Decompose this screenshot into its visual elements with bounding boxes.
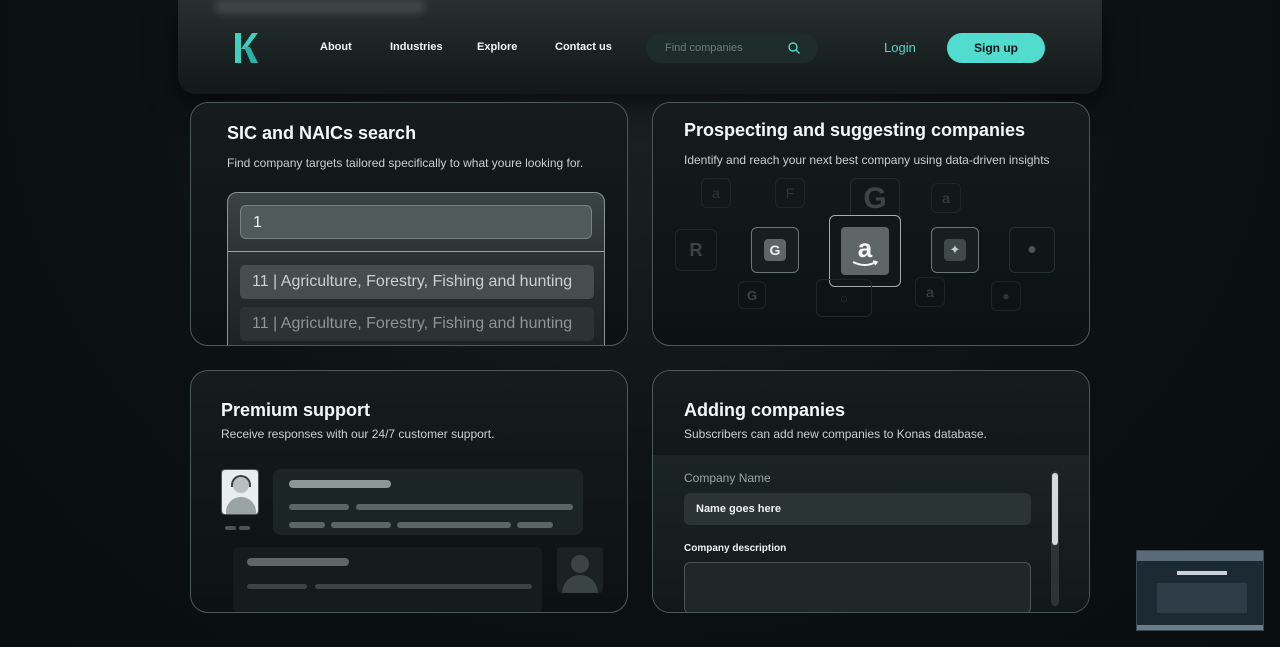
apple-icon: ● <box>1009 227 1055 273</box>
sic-option[interactable]: 11 | Agriculture, Forestry, Fishing and … <box>240 307 594 341</box>
divider <box>228 251 604 252</box>
sic-option[interactable]: 11 | Agriculture, Forestry, Fishing and … <box>240 265 594 299</box>
support-agent-avatar <box>221 469 259 515</box>
figma-icon: F <box>775 178 805 208</box>
nav-contact-us[interactable]: Contact us <box>555 41 612 53</box>
scrollbar-thumb[interactable] <box>1052 473 1058 545</box>
card-title: Adding companies <box>684 400 846 420</box>
figma-icon-tile: ✦ <box>931 227 979 273</box>
chat-bubble <box>273 469 583 535</box>
skeleton-line <box>517 522 553 528</box>
card-title: SIC and NAICs search <box>227 123 417 143</box>
skeleton-dot <box>225 526 236 530</box>
nav-explore[interactable]: Explore <box>477 41 517 53</box>
premium-support-card: Premium support Receive responses with o… <box>190 370 628 613</box>
skeleton-line <box>247 584 307 589</box>
form-scrollbar[interactable] <box>1051 471 1059 606</box>
company-name-field[interactable]: Name goes here <box>684 493 1031 525</box>
sic-search-panel: 1 11 | Agriculture, Forestry, Fishing an… <box>227 192 605 345</box>
amazon-icon: ○ <box>816 279 872 317</box>
card-title: Prospecting and suggesting companies <box>684 120 1026 140</box>
search-input[interactable] <box>665 40 785 56</box>
skeleton-line <box>397 522 511 528</box>
adding-companies-card: Adding companies Subscribers can add new… <box>652 370 1090 613</box>
card-description: Subscribers can add new companies to Kon… <box>684 427 987 441</box>
nav-industries[interactable]: Industries <box>390 41 443 53</box>
company-description-field[interactable] <box>684 562 1031 612</box>
chat-bubble <box>233 547 542 612</box>
apple-icon: ● <box>991 281 1021 311</box>
card-title: Premium support <box>221 400 371 420</box>
sic-search-card: SIC and NAICs search Find company target… <box>190 102 628 346</box>
google-icon: G <box>850 178 900 220</box>
nav-about[interactable]: About <box>320 41 352 53</box>
konas-logo[interactable] <box>234 31 258 65</box>
skeleton-line <box>289 522 325 528</box>
google-icon: G <box>764 239 786 261</box>
skeleton-line <box>331 522 391 528</box>
card-description: Identify and reach your next best compan… <box>684 153 1050 167</box>
login-link[interactable]: Login <box>884 40 916 55</box>
signup-button[interactable]: Sign up <box>947 33 1045 63</box>
google-icon-tile: G <box>751 227 799 273</box>
header-glow <box>215 0 425 14</box>
skeleton-line <box>289 504 349 510</box>
amazon-icon: a <box>841 227 889 275</box>
r-logo-icon: R <box>675 229 717 271</box>
amazon-icon-tile: a <box>829 215 901 287</box>
skeleton-dot <box>239 526 250 530</box>
search-icon[interactable] <box>787 41 801 55</box>
company-description-label: Company description <box>684 543 787 554</box>
amazon-icon: a <box>701 178 731 208</box>
google-icon: G <box>738 281 766 309</box>
figma-icon: ✦ <box>944 239 966 261</box>
skeleton-line <box>289 480 391 488</box>
skeleton-line <box>356 504 573 510</box>
amazon-icon: a <box>931 183 961 213</box>
prospecting-card: Prospecting and suggesting companies Ide… <box>652 102 1090 346</box>
user-avatar <box>557 547 603 593</box>
screenshot-thumbnail[interactable] <box>1136 550 1264 631</box>
card-description: Find company targets tailored specifical… <box>227 156 584 170</box>
sic-search-input[interactable]: 1 <box>240 205 592 239</box>
skeleton-line <box>247 558 349 566</box>
amazon-icon: a <box>915 277 945 307</box>
company-name-label: Company Name <box>684 471 771 485</box>
search-box <box>646 33 818 63</box>
skeleton-line <box>315 584 532 589</box>
card-description: Receive responses with our 24/7 customer… <box>221 427 495 441</box>
